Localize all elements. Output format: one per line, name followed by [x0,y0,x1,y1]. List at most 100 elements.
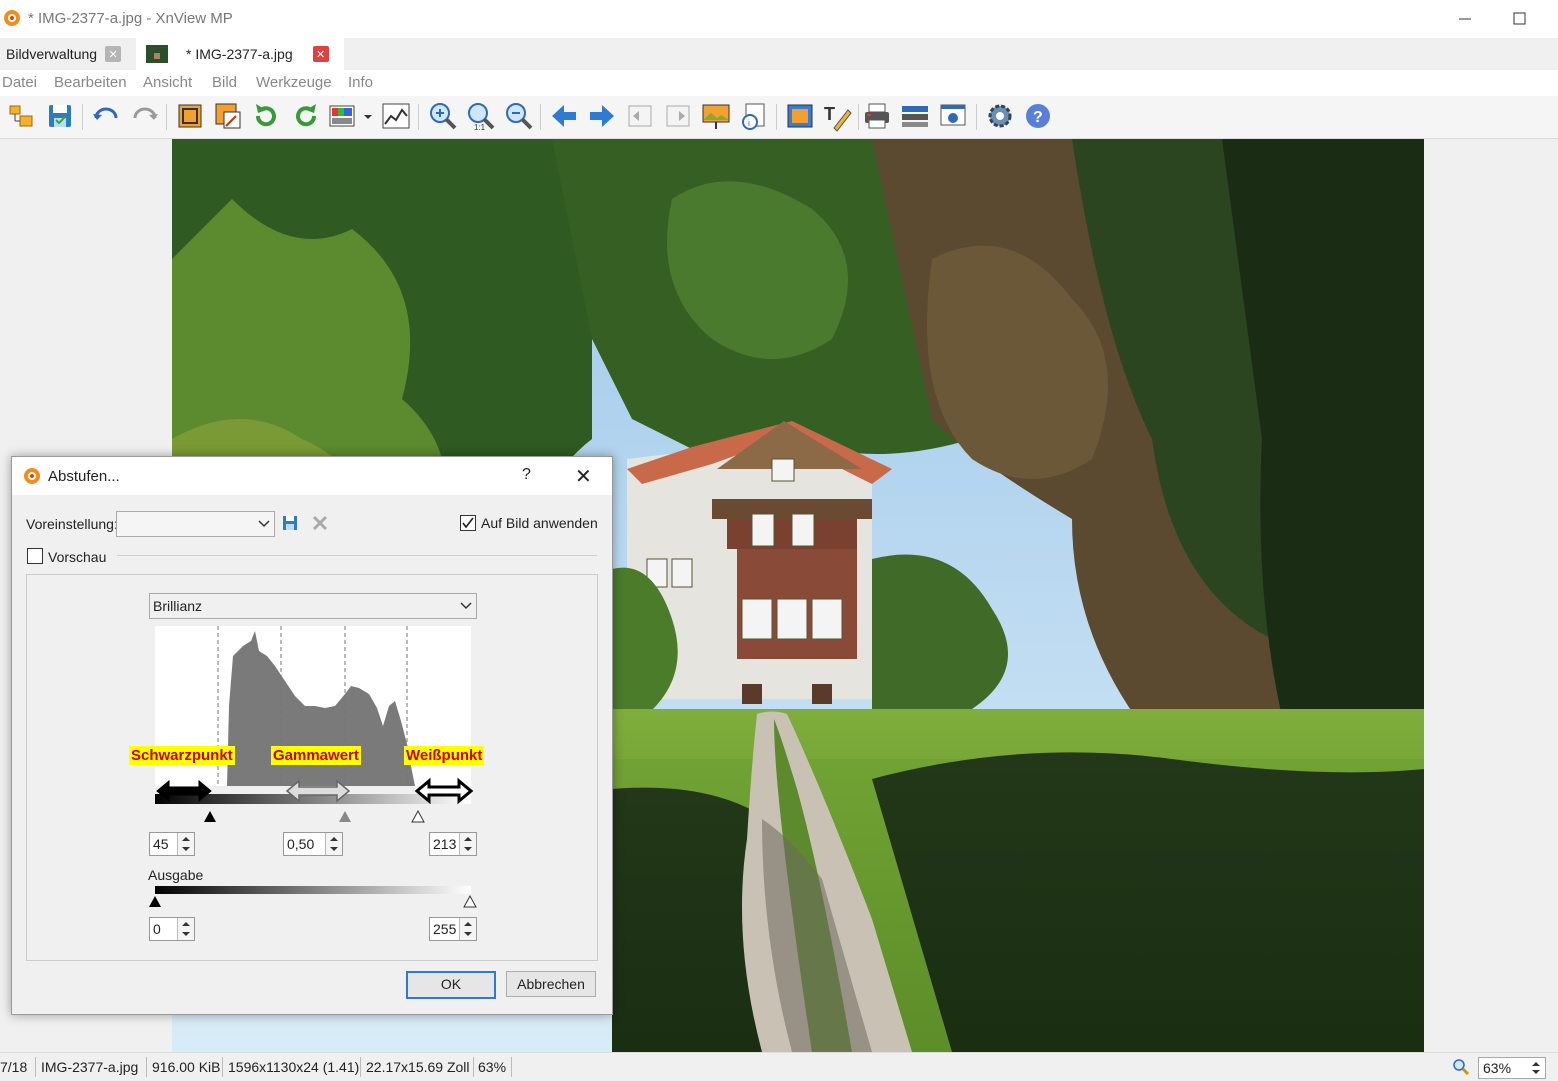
channel-select[interactable]: Brillianz [149,593,477,619]
menu-datei[interactable]: Datei [2,74,37,91]
gamma-slider[interactable] [338,809,352,823]
annotation-gamma: Gammawert [271,746,361,765]
fullscreen-icon[interactable] [784,100,816,132]
status-separator [511,1057,512,1077]
maximize-icon [1513,12,1526,25]
spinner-arrows[interactable] [177,833,194,855]
slideshow-icon[interactable] [700,100,732,132]
menu-info[interactable]: Info [348,74,373,91]
spinner-arrows-icon[interactable] [1529,1059,1543,1077]
last-page-icon[interactable] [662,100,694,132]
output-black-spinner[interactable]: 0 [149,917,195,941]
zoom-icon[interactable] [1452,1058,1470,1076]
dropdown-arrow-icon[interactable] [362,112,374,122]
status-separator [222,1057,223,1077]
chevron-down-icon [460,602,472,610]
levels-icon[interactable] [380,100,412,132]
save-preset-icon[interactable] [281,514,299,532]
browser-icon[interactable] [6,100,38,132]
delete-preset-icon[interactable] [311,514,329,532]
tab-label: Bildverwaltung [6,46,98,62]
chevron-down-icon [258,520,270,528]
white-point-slider[interactable] [411,809,425,823]
rotate-right-icon[interactable] [290,100,322,132]
dialog-help-button[interactable]: ? [522,466,531,484]
status-index: 7/18 [0,1059,28,1075]
settings-gear-icon[interactable] [984,100,1016,132]
next-icon[interactable] [586,100,618,132]
spinner-arrows[interactable] [325,833,342,855]
menu-bar: Datei Bearbeiten Ansicht Bild Werkzeuge … [0,70,1558,96]
tab-bildverwaltung[interactable]: Bildverwaltung ✕ [0,38,136,70]
first-page-icon[interactable] [624,100,656,132]
input-white-spinner[interactable]: 213 [429,832,477,856]
tab-bar: Bildverwaltung ✕ * IMG-2377-a.jpg ✕ [0,38,1558,71]
xnview-logo-icon [24,468,40,484]
tab-close-button[interactable]: ✕ [105,46,122,62]
tab-image[interactable]: * IMG-2377-a.jpg ✕ [136,38,344,70]
ok-button[interactable]: OK [406,971,496,999]
spinner-arrows[interactable] [177,918,194,940]
status-filesize: 916.00 KiB [152,1059,221,1075]
cancel-button[interactable]: Abbrechen [506,971,596,997]
crop-icon[interactable] [174,100,206,132]
spinner-arrows[interactable] [459,918,476,940]
status-separator [360,1057,361,1077]
zoom-in-icon[interactable] [427,100,459,132]
input-gamma-spinner[interactable]: 0,50 [283,832,343,856]
title-bar: * IMG-2377-a.jpg - XnView MP [0,0,1558,38]
print-icon[interactable] [861,100,893,132]
image-thumbnail-icon [146,45,168,63]
info-icon[interactable]: i [738,100,770,132]
black-point-slider[interactable] [203,809,217,823]
output-gradient-bar [155,886,471,894]
redo-icon[interactable] [129,100,161,132]
scanner-icon[interactable] [899,100,931,132]
menu-werkzeuge[interactable]: Werkzeuge [256,74,332,91]
preview-checkbox[interactable] [27,548,43,564]
color-adjust-icon[interactable] [327,100,359,132]
status-bar: 7/18 IMG-2377-a.jpg 916.00 KiB 1596x1130… [0,1052,1558,1081]
zoom-fit-icon[interactable]: 1:1 [465,100,497,132]
resize-icon[interactable] [212,100,244,132]
status-filename: IMG-2377-a.jpg [41,1059,139,1075]
previous-icon[interactable] [548,100,580,132]
output-white-slider[interactable] [463,894,477,908]
status-print-size: 22.17x15.69 Zoll [366,1059,470,1075]
help-icon[interactable]: ? [1022,100,1054,132]
status-separator [473,1057,474,1077]
status-zoom: 63% [478,1059,507,1075]
capture-icon[interactable] [937,100,969,132]
zoom-field[interactable]: 63% [1478,1057,1546,1079]
preset-label: Voreinstellung: [26,516,118,532]
output-black-value: 0 [153,921,161,937]
toolbar-separator [858,104,859,130]
rotate-left-icon[interactable] [250,100,282,132]
preset-select[interactable] [116,511,275,537]
divider [117,555,597,556]
undo-icon[interactable] [90,100,122,132]
output-white-spinner[interactable]: 255 [429,917,477,941]
tab-close-button[interactable]: ✕ [312,46,329,62]
menu-bearbeiten[interactable]: Bearbeiten [54,74,127,91]
toolbar-separator [82,104,83,130]
preview-label: Vorschau [48,549,107,565]
levels-dialog: Abstufen... ? ✕ Voreinstellung: Auf Bild… [11,456,613,1015]
save-icon[interactable] [44,100,76,132]
spinner-arrows[interactable] [459,833,476,855]
input-black-value: 45 [153,836,169,852]
output-black-slider[interactable] [148,894,162,908]
menu-bild[interactable]: Bild [212,74,237,91]
spinner-arrows-icon [182,922,190,936]
edit-text-icon[interactable]: T [822,100,854,132]
close-icon: ✕ [316,48,326,61]
levels-group: Brillianz 45 0,50 213 Ausgabe 0 255 [26,574,598,961]
dialog-close-button[interactable]: ✕ [575,464,592,489]
zoom-out-icon[interactable] [503,100,535,132]
apply-to-image-checkbox[interactable] [460,515,476,531]
maximize-button[interactable] [1505,8,1535,30]
toolbar-separator [166,104,167,130]
input-black-spinner[interactable]: 45 [149,832,195,856]
menu-ansicht[interactable]: Ansicht [143,74,192,91]
minimize-button[interactable] [1450,8,1480,30]
